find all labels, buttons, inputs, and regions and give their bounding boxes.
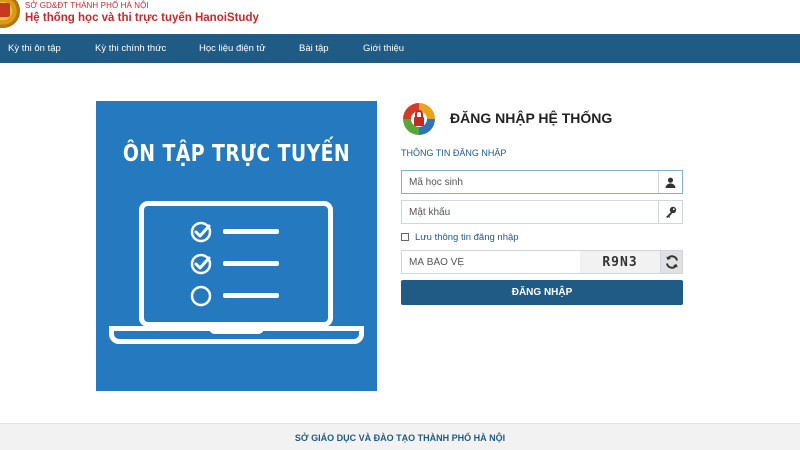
nav-item-about[interactable]: Giới thiệu bbox=[363, 34, 404, 63]
refresh-captcha-button[interactable] bbox=[660, 250, 683, 274]
nav-item-official-exams[interactable]: Kỳ thi chính thức bbox=[95, 34, 166, 63]
password-input[interactable] bbox=[402, 201, 657, 223]
checked-circle-icon bbox=[190, 253, 212, 275]
remember-checkbox[interactable] bbox=[401, 233, 409, 241]
nav-item-review-exams[interactable]: Kỳ thi ôn tập bbox=[8, 34, 61, 63]
empty-circle-icon bbox=[190, 285, 212, 307]
remember-label[interactable]: Lưu thông tin đăng nhập bbox=[415, 232, 519, 243]
checklist-item bbox=[190, 253, 330, 275]
site-footer: SỞ GIÁO DỤC VÀ ĐÀO TẠO THÀNH PHỐ HÀ NỘI bbox=[0, 423, 800, 450]
key-icon bbox=[658, 201, 682, 223]
student-id-input[interactable] bbox=[402, 171, 657, 193]
checklist-item bbox=[190, 221, 330, 243]
captcha-image: R9N3 bbox=[580, 250, 660, 274]
footer-text: SỞ GIÁO DỤC VÀ ĐÀO TẠO THÀNH PHỐ HÀ NỘI bbox=[294, 433, 506, 443]
captcha-field[interactable] bbox=[401, 250, 581, 274]
online-review-banner: ÔN TẬP TRỰC TUYẾN bbox=[96, 101, 377, 391]
nav-item-exercises[interactable]: Bài tập bbox=[299, 34, 329, 63]
org-name: SỞ GD&ĐT THÀNH PHỐ HÀ NỘI bbox=[25, 1, 149, 10]
checklist-item bbox=[190, 285, 330, 307]
emblem-logo[interactable] bbox=[0, 0, 20, 28]
site-name[interactable]: Hệ thống học và thi trực tuyến HanoiStud… bbox=[25, 12, 259, 24]
banner-title: ÔN TẬP TRỰC TUYẾN bbox=[122, 141, 351, 167]
login-section-label: THÔNG TIN ĐĂNG NHẬP bbox=[401, 148, 507, 158]
user-icon bbox=[658, 171, 682, 193]
secure-login-logo-icon bbox=[403, 103, 435, 135]
student-id-field[interactable] bbox=[401, 170, 683, 194]
checked-circle-icon bbox=[190, 221, 212, 243]
site-header: SỞ GD&ĐT THÀNH PHỐ HÀ NỘI Hệ thống học v… bbox=[0, 0, 800, 34]
nav-item-e-learning[interactable]: Học liệu điện tử bbox=[199, 34, 266, 63]
laptop-notch bbox=[209, 326, 264, 334]
main-nav: Kỳ thi ôn tập Kỳ thi chính thức Học liệu… bbox=[0, 34, 800, 63]
remember-me[interactable]: Lưu thông tin đăng nhập bbox=[401, 231, 519, 243]
refresh-icon bbox=[665, 255, 678, 269]
login-title: ĐĂNG NHẬP HỆ THỐNG bbox=[450, 110, 613, 126]
login-button[interactable]: ĐĂNG NHẬP bbox=[401, 280, 683, 305]
captcha-input[interactable] bbox=[402, 251, 580, 273]
password-field[interactable] bbox=[401, 200, 683, 224]
